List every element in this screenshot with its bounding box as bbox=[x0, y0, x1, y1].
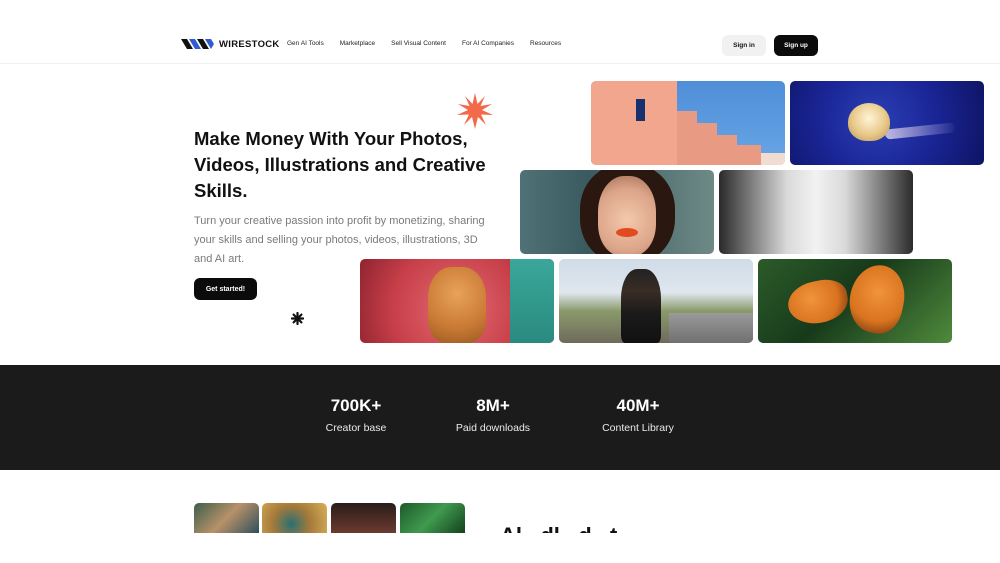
gallery-image-jellyfish[interactable] bbox=[790, 81, 984, 165]
gallery-image-cat-on-sofa[interactable] bbox=[360, 259, 554, 343]
hero-title: Make Money With Your Photos, Videos, Ill… bbox=[194, 128, 486, 201]
main-menu: Gen AI Tools Marketplace Sell Visual Con… bbox=[287, 40, 577, 47]
section-heading-text: Al...dl...d...t... bbox=[500, 525, 800, 533]
stat-value: 8M+ bbox=[476, 396, 510, 415]
sign-in-button[interactable]: Sign in bbox=[722, 35, 766, 56]
menu-item-gen-ai-tools[interactable]: Gen AI Tools bbox=[287, 40, 324, 47]
black-asterisk-icon bbox=[291, 312, 304, 325]
wirestock-logo-icon bbox=[181, 39, 214, 49]
top-navbar: WIRESTOCK Gen AI Tools Marketplace Sell … bbox=[0, 0, 1000, 64]
section-heading-partial: Al...dl...d...t... bbox=[500, 525, 800, 533]
menu-item-marketplace[interactable]: Marketplace bbox=[340, 40, 375, 47]
stat-label: Content Library bbox=[602, 422, 674, 434]
stat-paid-downloads: 8M+ Paid downloads bbox=[423, 396, 563, 434]
brand-logo[interactable]: WIRESTOCK bbox=[181, 36, 280, 52]
stat-value: 40M+ bbox=[616, 396, 660, 415]
get-started-button[interactable]: Get started! bbox=[194, 278, 257, 300]
sign-up-button[interactable]: Sign up bbox=[774, 35, 818, 56]
menu-item-sell-visual-content[interactable]: Sell Visual Content bbox=[391, 40, 446, 47]
stat-content-library: 40M+ Content Library bbox=[568, 396, 708, 434]
thumbnail-image-eye-makeup[interactable] bbox=[262, 503, 327, 533]
brand-name: WIRESTOCK bbox=[219, 38, 280, 50]
stats-bar: 700K+ Creator base 8M+ Paid downloads 40… bbox=[0, 365, 1000, 470]
stat-creator-base: 700K+ Creator base bbox=[286, 396, 426, 434]
menu-item-resources[interactable]: Resources bbox=[530, 40, 561, 47]
orange-starburst-icon bbox=[457, 93, 493, 129]
thumbnail-image-portrait[interactable] bbox=[331, 503, 396, 533]
menu-item-for-ai-companies[interactable]: For AI Companies bbox=[462, 40, 514, 47]
gallery-image-lockers-corridor[interactable] bbox=[719, 170, 913, 254]
stat-label: Paid downloads bbox=[455, 422, 531, 434]
stat-label: Creator base bbox=[325, 422, 387, 434]
viewport-bottom-blank bbox=[0, 534, 1000, 563]
gallery-image-woman-portrait[interactable] bbox=[520, 170, 714, 254]
thumbnail-image-seahorse[interactable] bbox=[194, 503, 259, 533]
gallery-image-cyclist[interactable] bbox=[559, 259, 753, 343]
gallery-image-pink-staircase[interactable] bbox=[591, 81, 785, 165]
gallery-image-butterfly[interactable] bbox=[758, 259, 952, 343]
thumbnail-image-leaves[interactable] bbox=[400, 503, 465, 533]
stat-value: 700K+ bbox=[330, 396, 382, 415]
